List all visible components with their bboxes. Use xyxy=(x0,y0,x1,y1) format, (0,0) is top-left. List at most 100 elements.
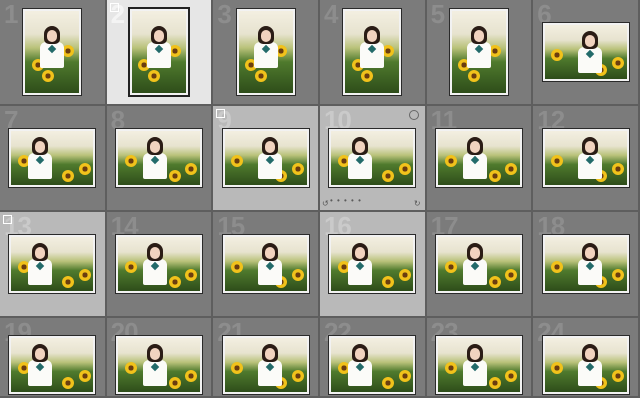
grid-cell-8[interactable]: 8 xyxy=(106,106,214,212)
thumbnail-image xyxy=(331,337,414,392)
sunflower xyxy=(254,70,267,83)
grid-cell-20[interactable]: 20 xyxy=(106,318,214,398)
photo-thumbnail[interactable] xyxy=(328,234,417,294)
thumbnail-image xyxy=(11,337,94,392)
photo-thumbnail[interactable] xyxy=(221,234,310,294)
sunflower xyxy=(611,370,624,383)
sunflower xyxy=(62,275,75,288)
sunflower xyxy=(611,269,624,282)
photo-thumbnail[interactable] xyxy=(8,334,97,395)
sunflower xyxy=(551,362,564,375)
sunflower xyxy=(41,70,54,83)
sunflower xyxy=(468,70,481,83)
girl-face xyxy=(149,141,160,154)
photo-thumbnail[interactable] xyxy=(434,334,523,395)
photo-thumbnail[interactable] xyxy=(221,128,310,188)
thumbnail-image xyxy=(544,25,627,79)
grid-cell-13[interactable]: 13 xyxy=(0,212,107,318)
photo-thumbnail[interactable] xyxy=(434,128,523,188)
grid-cell-5[interactable]: 5 xyxy=(426,0,534,106)
sunflower xyxy=(78,269,91,282)
girl-face xyxy=(153,29,164,42)
rotate-left-icon[interactable]: ↺ xyxy=(322,199,329,208)
grid-cell-10[interactable]: 10 • • • • • ↺ ↻ xyxy=(319,106,427,212)
grid-cell-24[interactable]: 24 xyxy=(533,318,640,398)
photo-thumbnail[interactable] xyxy=(221,334,310,395)
rotate-right-icon[interactable]: ↻ xyxy=(414,199,421,208)
grid-cell-4[interactable]: 4 xyxy=(319,0,427,106)
photo-thumbnail[interactable] xyxy=(114,234,203,294)
thumbnail-image xyxy=(331,131,414,185)
photo-thumbnail[interactable] xyxy=(114,334,203,395)
grid-cell-23[interactable]: 23 xyxy=(426,318,534,398)
cell-index-number: 4 xyxy=(323,0,339,29)
girl-face xyxy=(35,247,46,260)
girl-face xyxy=(367,29,378,42)
quick-collection-icon[interactable] xyxy=(408,110,419,120)
grid-cell-14[interactable]: 14 xyxy=(106,212,214,318)
grid-cell-17[interactable]: 17 xyxy=(426,212,534,318)
thumbnail-image xyxy=(345,11,400,93)
grid-cell-3[interactable]: 3 xyxy=(213,0,320,106)
sunflower xyxy=(361,70,374,83)
sunflower xyxy=(124,155,137,168)
sunflower xyxy=(62,169,75,182)
grid-cell-16[interactable]: 16 xyxy=(319,212,427,318)
girl-face xyxy=(469,247,480,260)
grid-cell-9[interactable]: 9 xyxy=(213,106,320,212)
photo-thumbnail[interactable] xyxy=(22,8,83,96)
grid-cell-22[interactable]: 22 xyxy=(319,318,427,398)
grid-cell-18[interactable]: 18 xyxy=(533,212,640,318)
grid-cell-2[interactable]: 2 xyxy=(106,0,214,106)
photo-thumbnail[interactable] xyxy=(448,8,509,96)
grid-cell-6[interactable]: 6 xyxy=(533,0,640,106)
flag-icon[interactable] xyxy=(216,109,226,118)
thumbnail-image xyxy=(224,131,307,185)
photo-thumbnail[interactable] xyxy=(434,234,523,294)
sunflower xyxy=(185,269,198,282)
grid-cell-19[interactable]: 19 xyxy=(0,318,107,398)
sunflower xyxy=(488,376,501,389)
grid-cell-11[interactable]: 11 xyxy=(426,106,534,212)
sunflower xyxy=(62,376,75,389)
sunflower xyxy=(488,275,501,288)
sunflower xyxy=(444,362,457,375)
flag-icon[interactable] xyxy=(3,215,12,224)
photo-thumbnail[interactable] xyxy=(541,234,630,294)
photo-thumbnail[interactable] xyxy=(541,128,630,188)
photo-thumbnail[interactable] xyxy=(127,7,190,97)
thumbnail-image xyxy=(117,131,200,185)
sunflower xyxy=(444,261,457,274)
sunflower xyxy=(382,169,395,182)
grid-cell-7[interactable]: 7 xyxy=(0,106,107,212)
photo-thumbnail[interactable] xyxy=(328,334,417,395)
photo-thumbnail[interactable] xyxy=(8,234,97,294)
thumbnail-image xyxy=(117,337,200,392)
girl-face xyxy=(47,29,58,42)
photo-thumbnail[interactable] xyxy=(342,8,403,96)
thumbnail-image xyxy=(11,131,94,185)
sunflower xyxy=(551,155,564,168)
photo-thumbnail[interactable] xyxy=(114,128,203,188)
grid-cell-12[interactable]: 12 xyxy=(533,106,640,212)
grid-cell-1[interactable]: 1 xyxy=(0,0,107,106)
photo-thumbnail[interactable] xyxy=(541,22,630,82)
sunflower xyxy=(231,362,244,375)
thumbnail-image xyxy=(224,337,307,392)
girl-face xyxy=(469,348,480,361)
grid-cell-15[interactable]: 15 xyxy=(213,212,320,318)
sunflower xyxy=(398,163,411,176)
sunflower xyxy=(168,275,181,288)
grid-cell-21[interactable]: 21 xyxy=(213,318,320,398)
photo-thumbnail[interactable] xyxy=(235,8,296,96)
flag-icon[interactable] xyxy=(109,3,119,12)
photo-thumbnail[interactable] xyxy=(541,334,630,395)
sunflower xyxy=(185,163,198,176)
thumbnail-image xyxy=(544,131,627,185)
sunflower xyxy=(505,269,518,282)
photo-thumbnail[interactable] xyxy=(328,128,417,188)
photo-thumbnail[interactable] xyxy=(8,128,97,188)
rating-dots[interactable]: • • • • • xyxy=(330,196,362,205)
girl-face xyxy=(260,29,271,42)
thumbnail-image xyxy=(131,11,186,93)
